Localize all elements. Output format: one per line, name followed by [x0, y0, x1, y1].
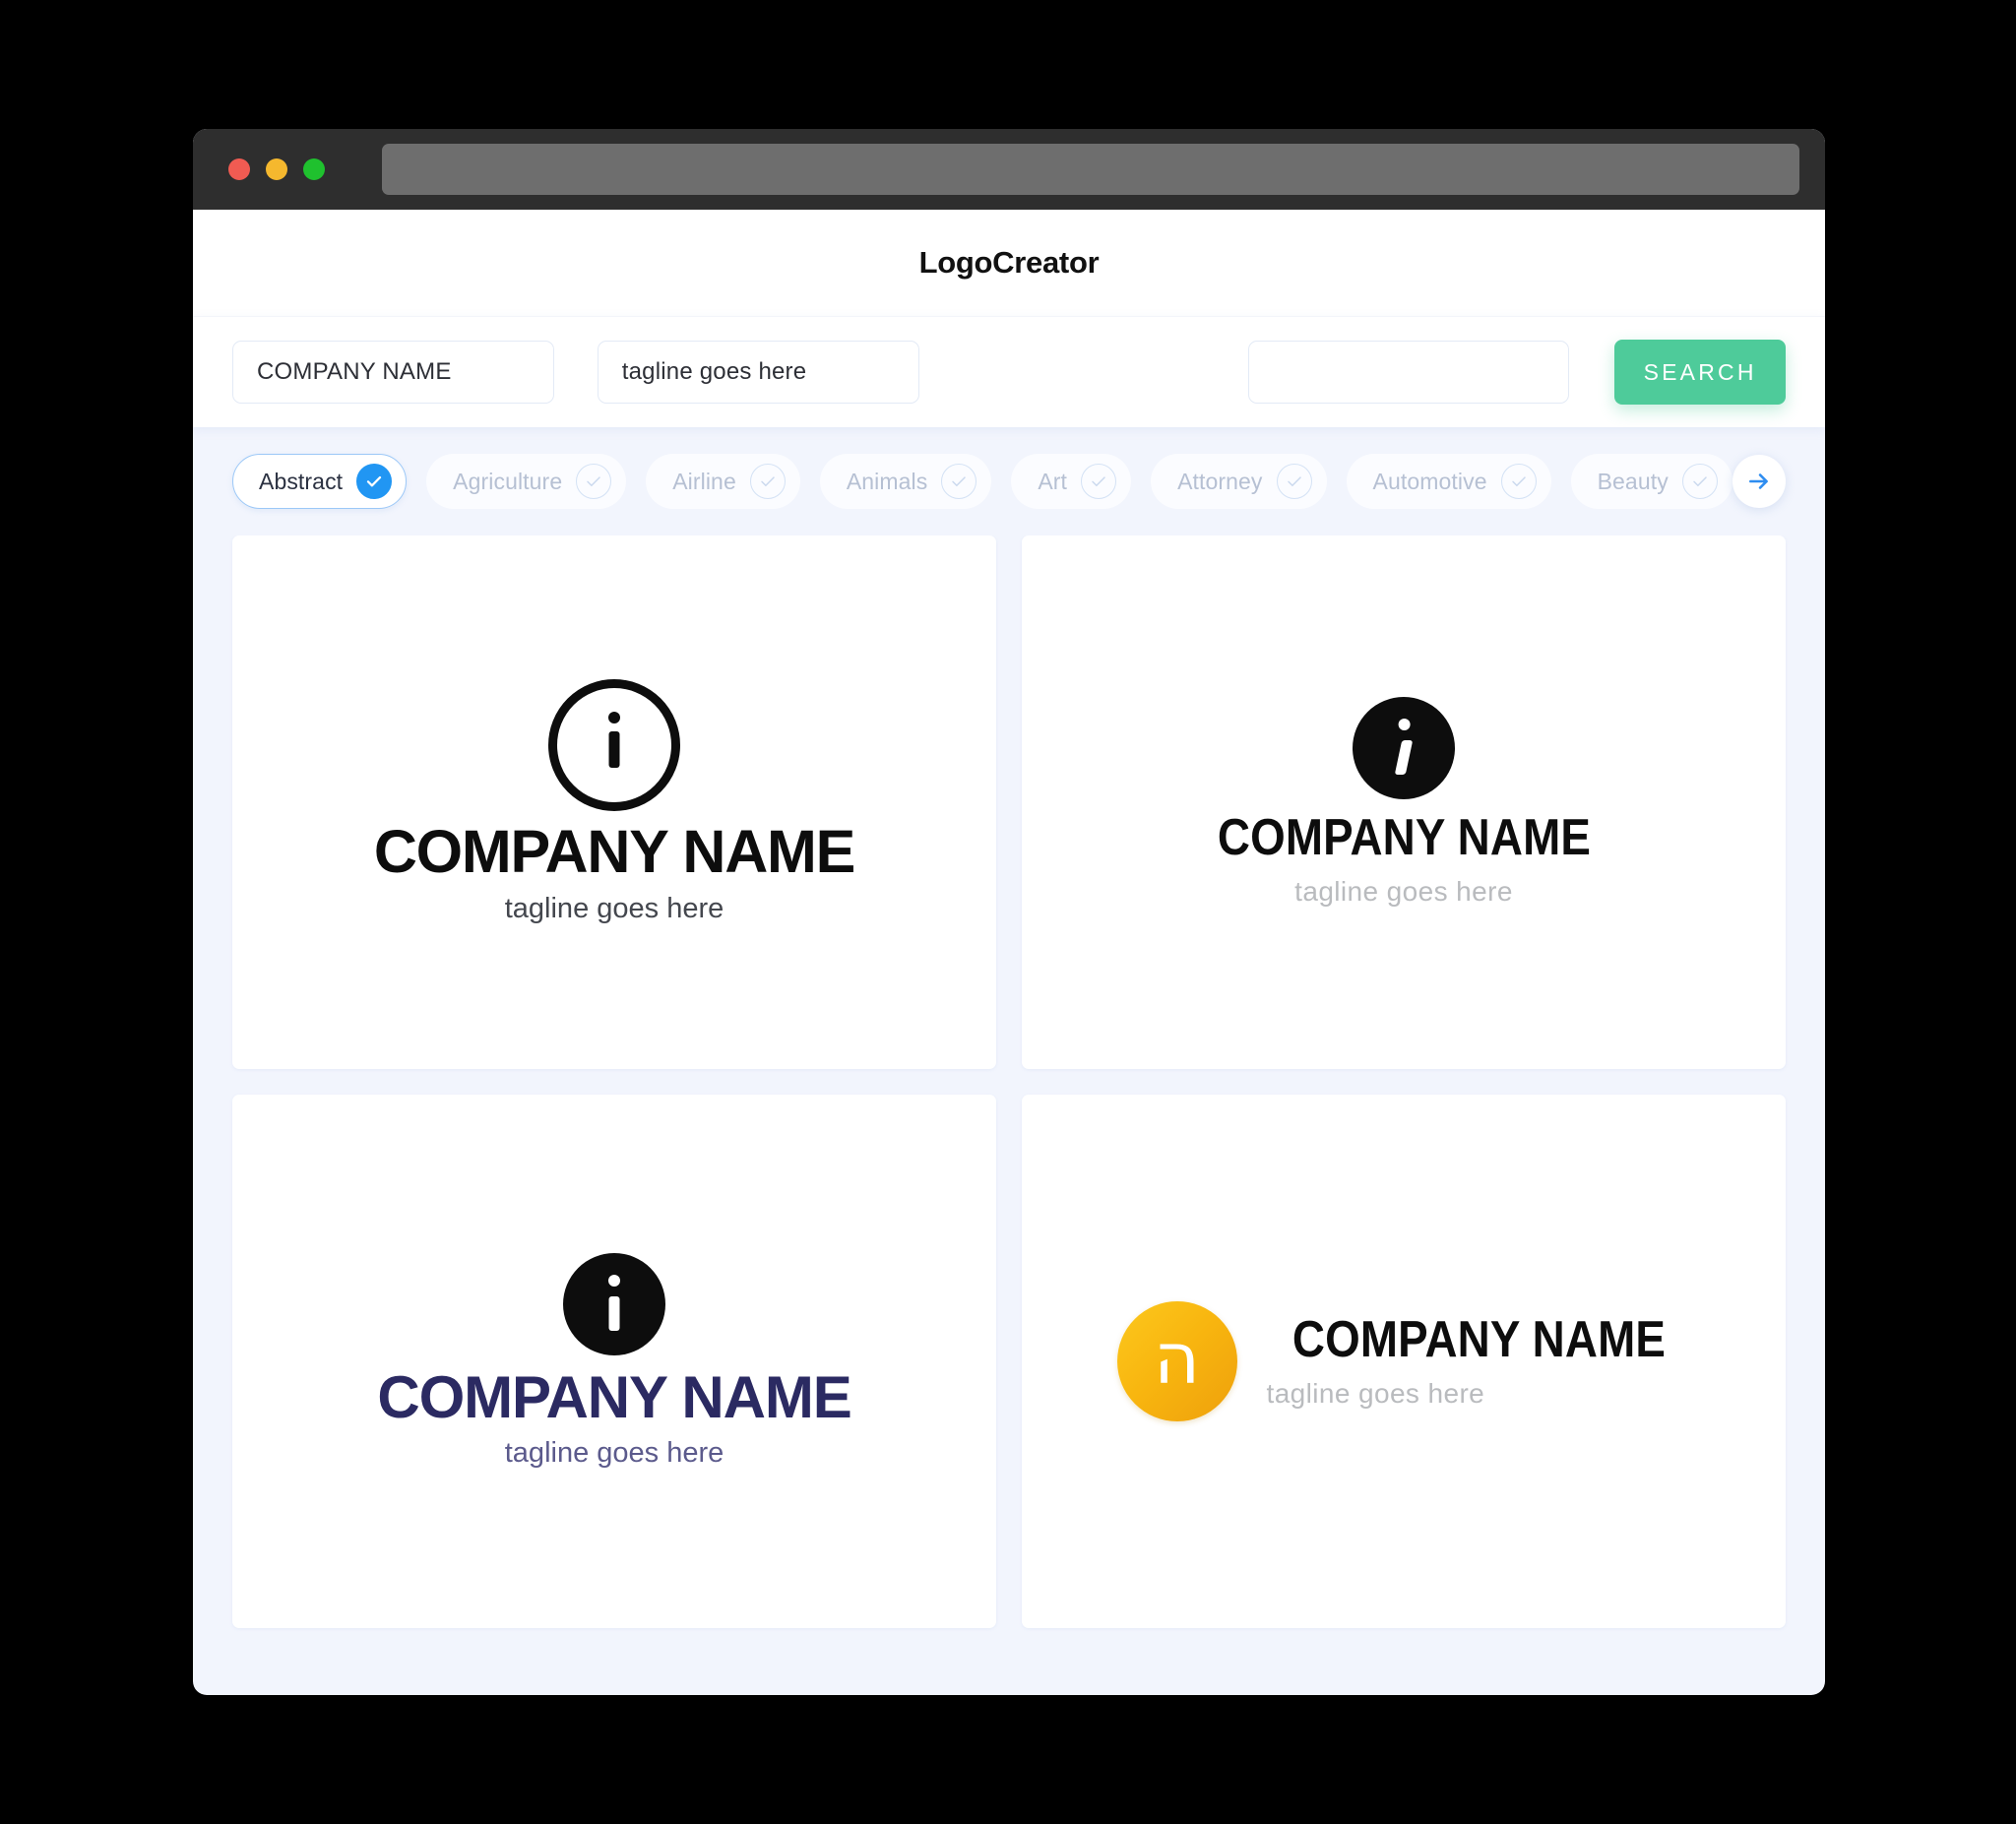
- logo-result-card[interactable]: COMPANY NAME tagline goes here: [1022, 535, 1786, 1069]
- check-icon: [941, 464, 977, 499]
- search-button[interactable]: SEARCH: [1614, 340, 1787, 405]
- page-title: LogoCreator: [918, 245, 1100, 280]
- scroll-categories-next-button[interactable]: [1732, 455, 1786, 508]
- logo-result-card[interactable]: ה COMPANY NAME tagline goes here: [1022, 1095, 1786, 1628]
- category-chip-label: Abstract: [259, 468, 344, 494]
- category-chip-label: Attorney: [1177, 468, 1263, 494]
- company-name-input[interactable]: COMPANY NAME: [232, 341, 554, 404]
- category-chip-art[interactable]: Art: [1011, 454, 1132, 509]
- arrow-right-icon: [1749, 473, 1768, 489]
- check-icon: [749, 464, 786, 499]
- logo-tagline: tagline goes here: [504, 1437, 724, 1470]
- logo-tagline: tagline goes here: [504, 892, 724, 924]
- category-chip-automotive[interactable]: Automotive: [1346, 454, 1551, 509]
- maximize-window-button[interactable]: [303, 158, 325, 180]
- logo-preview: ה COMPANY NAME tagline goes here: [1116, 1301, 1691, 1421]
- logo-result-card[interactable]: COMPANY NAME tagline goes here: [232, 535, 996, 1069]
- hebrew-he-glyph: ה: [1153, 1317, 1201, 1400]
- check-icon: [1681, 464, 1718, 499]
- category-chip-label: Animals: [846, 468, 928, 494]
- logo-company-name: COMPANY NAME: [1292, 1310, 1666, 1368]
- category-chip-label: Automotive: [1372, 468, 1487, 494]
- hebrew-he-circle-icon: ה: [1116, 1301, 1237, 1421]
- logo-tagline: tagline goes here: [1294, 876, 1513, 908]
- logo-preview: COMPANY NAME tagline goes here: [373, 679, 856, 924]
- logo-company-name: COMPANY NAME: [377, 1363, 851, 1430]
- category-chip-abstract[interactable]: Abstract: [232, 454, 408, 509]
- check-icon: [1500, 464, 1537, 499]
- logo-tagline: tagline goes here: [1266, 1378, 1485, 1410]
- check-icon: [576, 464, 612, 499]
- category-chip-airline[interactable]: Airline: [646, 454, 800, 509]
- logo-company-name: COMPANY NAME: [373, 818, 856, 886]
- check-icon: [356, 464, 393, 499]
- category-chip-animals[interactable]: Animals: [819, 454, 992, 509]
- browser-titlebar: [193, 129, 1825, 210]
- category-chip-agriculture[interactable]: Agriculture: [426, 454, 627, 509]
- logo-company-name: COMPANY NAME: [1217, 808, 1591, 866]
- keyword-input[interactable]: [1247, 341, 1570, 404]
- category-chip-label: Beauty: [1597, 468, 1669, 494]
- browser-window: LogoCreator COMPANY NAME tagline goes he…: [193, 129, 1825, 1695]
- search-toolbar: COMPANY NAME tagline goes here SEARCH: [193, 316, 1825, 427]
- category-chip-label: Airline: [672, 468, 736, 494]
- logo-preview: COMPANY NAME tagline goes here: [377, 1252, 852, 1470]
- check-icon: [1081, 464, 1117, 499]
- info-circle-solid-icon: [563, 1252, 665, 1355]
- minimize-window-button[interactable]: [266, 158, 287, 180]
- logo-result-card[interactable]: COMPANY NAME tagline goes here: [232, 1095, 996, 1628]
- logo-preview: COMPANY NAME tagline goes here: [1192, 696, 1616, 908]
- logo-results-grid: COMPANY NAME tagline goes here COMPANY N…: [193, 535, 1825, 1654]
- category-chip-label: Art: [1038, 468, 1068, 494]
- category-filter-bar: Abstract Agriculture Airline Animals Art: [193, 427, 1825, 535]
- info-circle-outline-icon: [547, 679, 680, 812]
- category-chip-label: Agriculture: [453, 468, 563, 494]
- check-icon: [1276, 464, 1312, 499]
- window-controls: [228, 158, 325, 180]
- info-circle-solid-italic-icon: [1352, 696, 1455, 799]
- category-chip-attorney[interactable]: Attorney: [1151, 454, 1327, 509]
- close-window-button[interactable]: [228, 158, 250, 180]
- tagline-input[interactable]: tagline goes here: [597, 341, 919, 404]
- app-header: LogoCreator: [193, 210, 1825, 316]
- category-chip-beauty[interactable]: Beauty: [1570, 454, 1732, 509]
- address-bar[interactable]: [382, 144, 1799, 195]
